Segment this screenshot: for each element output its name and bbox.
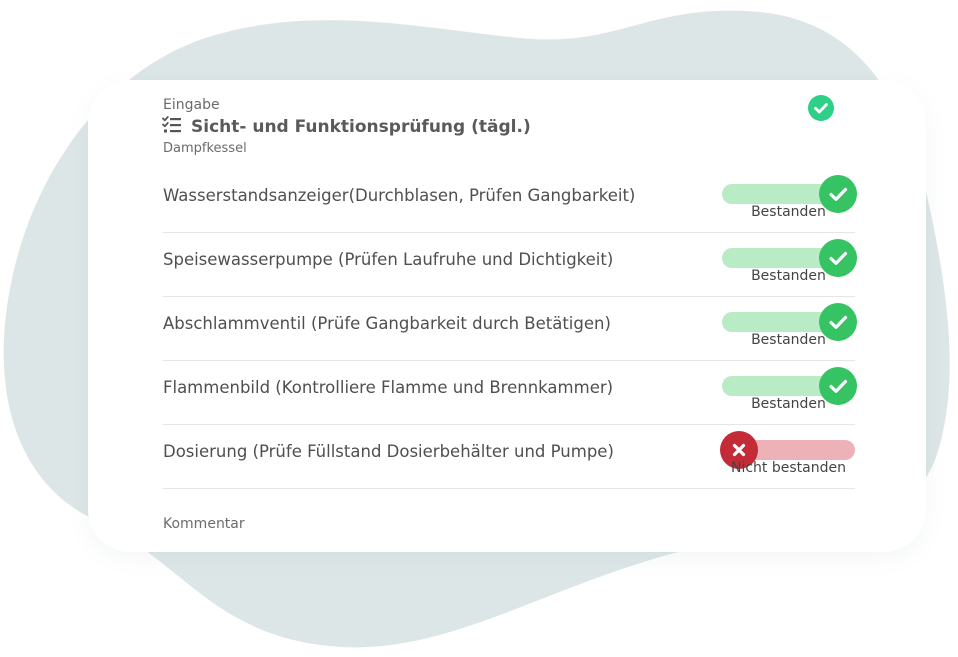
check-row: Dosierung (Prüfe Füllstand Dosierbehälte… — [163, 424, 855, 489]
check-row: Abschlammventil (Prüfe Gangbarkeit durch… — [163, 296, 857, 361]
toggle-status-label: Bestanden — [751, 396, 826, 412]
toggle-status-label: Bestanden — [751, 332, 826, 348]
check-label: Dosierung (Prüfe Füllstand Dosierbehälte… — [163, 442, 614, 461]
form-subtitle: Dampfkessel — [163, 141, 247, 156]
checklist-icon — [162, 116, 182, 138]
form-title: Sicht- und Funktionsprüfung (tägl.) — [191, 117, 531, 137]
stage: Eingabe Sicht- und Funktionsprüfung (täg… — [0, 0, 958, 657]
check-label: Speisewasserpumpe (Prüfen Laufruhe und D… — [163, 250, 614, 269]
form-title-row: Sicht- und Funktionsprüfung (tägl.) — [162, 116, 531, 138]
toggle-status-label: Bestanden — [751, 268, 826, 284]
comment-label[interactable]: Kommentar — [163, 516, 245, 532]
inspection-card: Eingabe Sicht- und Funktionsprüfung (täg… — [88, 80, 926, 552]
check-row: Wasserstandsanzeiger(Durchblasen, Prüfen… — [163, 168, 857, 233]
pass-fail-toggle[interactable] — [722, 175, 857, 213]
check-circle-icon — [808, 95, 834, 121]
check-label: Wasserstandsanzeiger(Durchblasen, Prüfen… — [163, 186, 636, 205]
pass-fail-toggle[interactable] — [720, 431, 855, 469]
pass-fail-toggle[interactable] — [722, 367, 857, 405]
check-label: Abschlammventil (Prüfe Gangbarkeit durch… — [163, 314, 611, 333]
pass-fail-toggle[interactable] — [722, 303, 857, 341]
pass-fail-toggle[interactable] — [722, 239, 857, 277]
check-label: Flammenbild (Kontrolliere Flamme und Bre… — [163, 378, 614, 397]
check-row: Flammenbild (Kontrolliere Flamme und Bre… — [163, 360, 857, 425]
check-row: Speisewasserpumpe (Prüfen Laufruhe und D… — [163, 232, 857, 297]
toggle-status-label: Nicht bestanden — [731, 460, 846, 476]
form-kicker: Eingabe — [163, 97, 220, 113]
toggle-status-label: Bestanden — [751, 204, 826, 220]
